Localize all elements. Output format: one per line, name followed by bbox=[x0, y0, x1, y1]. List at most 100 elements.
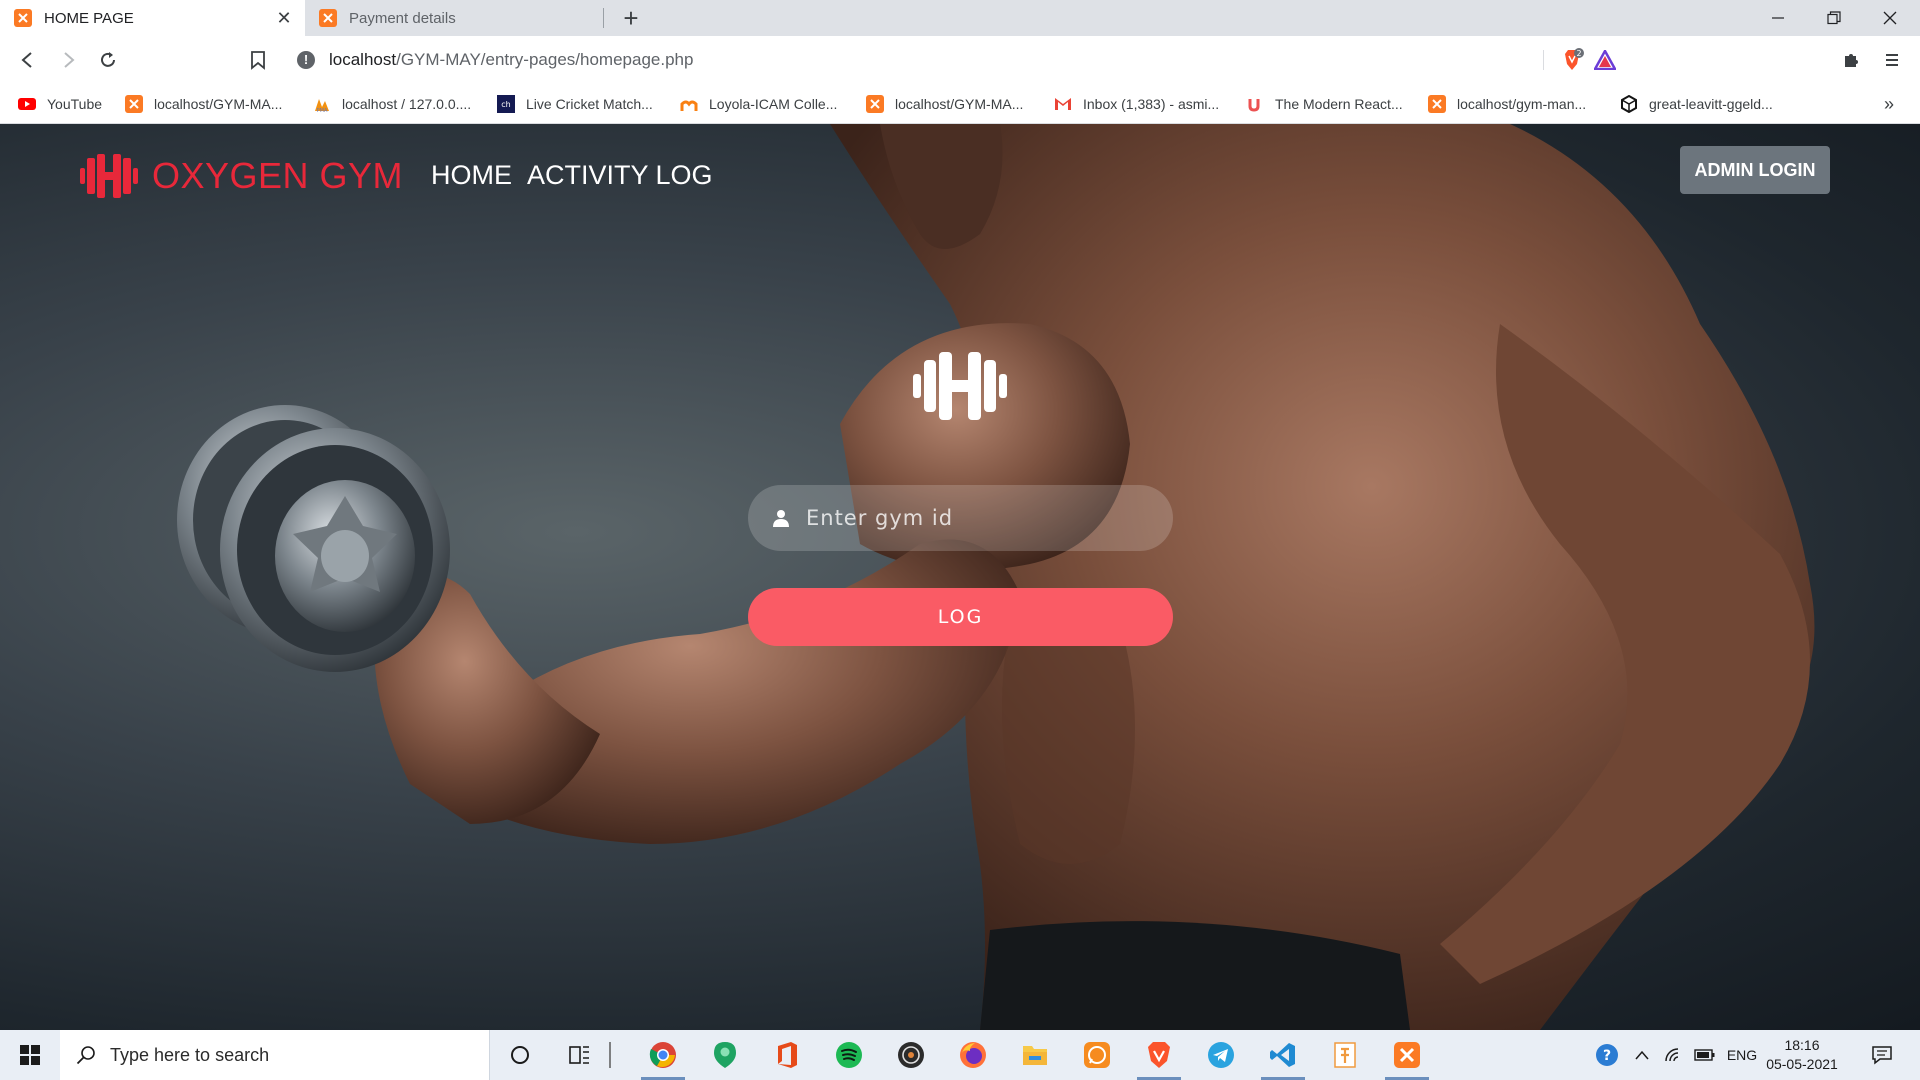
omnibox-divider bbox=[1543, 50, 1544, 70]
udemy-icon bbox=[1248, 99, 1260, 112]
url-path: /GYM-MAY/entry-pages/homepage.php bbox=[396, 50, 694, 69]
log-button[interactable]: LOG bbox=[748, 588, 1173, 646]
clock-date: 05-05-2021 bbox=[1766, 1056, 1838, 1072]
dumbbell-icon bbox=[80, 154, 138, 198]
dumbbell-logo-icon bbox=[913, 352, 1007, 420]
bookmark-localhost-gym[interactable]: localhost/GYM-MA... bbox=[125, 94, 282, 114]
bookmark-label: localhost/GYM-MA... bbox=[154, 96, 283, 112]
brave-shields-icon[interactable]: 2 bbox=[1558, 48, 1584, 77]
new-tab-icon[interactable]: + bbox=[617, 4, 645, 32]
windows-taskbar: Type here to search ? ENG 18:16 05-05-20… bbox=[0, 1030, 1920, 1080]
bookmark-label: The Modern React... bbox=[1275, 96, 1403, 112]
whatsapp-icon[interactable] bbox=[1069, 1030, 1125, 1080]
url-text: localhost/GYM-MAY/entry-pages/homepage.p… bbox=[329, 50, 693, 70]
bookmark-icon[interactable] bbox=[246, 48, 270, 72]
xampp-icon bbox=[14, 9, 32, 27]
bookmark-phpmyadmin[interactable]: PMA localhost / 127.0.0.... bbox=[313, 94, 471, 114]
browser-toolbar: ! localhost/GYM-MAY/entry-pages/homepage… bbox=[0, 36, 1920, 84]
extensions-icon[interactable] bbox=[1839, 48, 1863, 72]
notification-icon[interactable] bbox=[1864, 1030, 1900, 1080]
brave-browser-icon[interactable] bbox=[1131, 1030, 1187, 1080]
menu-icon[interactable] bbox=[1880, 48, 1904, 72]
nav-activity-log-link[interactable]: ACTIVITY LOG bbox=[527, 160, 713, 191]
brand-logo[interactable]: OXYGEN GYM bbox=[80, 154, 403, 198]
maps-icon[interactable] bbox=[697, 1030, 753, 1080]
phpmyadmin-icon: PMA bbox=[315, 99, 329, 113]
bookmark-label: great-leavitt-ggeld... bbox=[1649, 96, 1773, 112]
bookmark-codesandbox[interactable]: great-leavitt-ggeld... bbox=[1620, 94, 1773, 114]
bookmark-udemy[interactable]: The Modern React... bbox=[1246, 94, 1403, 114]
wifi-icon[interactable] bbox=[1660, 1030, 1688, 1080]
battery-icon[interactable] bbox=[1691, 1030, 1719, 1080]
bodybuilder-hero-image bbox=[177, 124, 1815, 1030]
svg-text:ch: ch bbox=[501, 100, 510, 109]
vscode-icon[interactable] bbox=[1255, 1030, 1311, 1080]
bookmark-localhost-gym-man[interactable]: localhost/gym-man... bbox=[1428, 94, 1586, 114]
tab-strip: HOME PAGE ✕ Payment details + bbox=[0, 0, 1920, 36]
bookmark-cricket[interactable]: ch Live Cricket Match... bbox=[497, 94, 653, 114]
taskbar-search-box[interactable]: Type here to search bbox=[60, 1030, 490, 1080]
tab-title: HOME PAGE bbox=[44, 9, 134, 27]
youtube-icon bbox=[18, 98, 36, 110]
brand-name: OXYGEN GYM bbox=[152, 155, 404, 196]
bookmark-localhost-gym-2[interactable]: localhost/GYM-MA... bbox=[866, 94, 1023, 114]
bookmark-label: Loyola-ICAM Colle... bbox=[709, 96, 838, 112]
bookmark-label: localhost / 127.0.0.... bbox=[342, 96, 472, 112]
tab-payment-details[interactable]: Payment details bbox=[305, 0, 605, 36]
restore-icon[interactable] bbox=[1806, 0, 1862, 36]
chrome-icon[interactable] bbox=[635, 1030, 691, 1080]
bookmark-loyola[interactable]: Loyola-ICAM Colle... bbox=[680, 94, 837, 114]
bookmark-youtube[interactable]: YouTube bbox=[18, 94, 102, 114]
firefox-icon[interactable] bbox=[945, 1030, 1001, 1080]
gym-id-field[interactable] bbox=[748, 485, 1173, 551]
groove-music-icon[interactable] bbox=[883, 1030, 939, 1080]
spotify-icon[interactable] bbox=[821, 1030, 877, 1080]
nav-home-link[interactable]: HOME bbox=[431, 160, 512, 191]
bookmark-label: YouTube bbox=[47, 96, 103, 112]
address-bar[interactable]: ! localhost/GYM-MAY/entry-pages/homepage… bbox=[286, 41, 1636, 79]
office-icon[interactable] bbox=[759, 1030, 815, 1080]
bookmark-label: localhost/gym-man... bbox=[1457, 96, 1587, 112]
close-window-icon[interactable] bbox=[1862, 0, 1918, 36]
windows-start-icon[interactable] bbox=[0, 1030, 60, 1080]
shields-count: 2 bbox=[1576, 49, 1581, 58]
page-viewport: OXYGEN GYM HOME ACTIVITY LOG ADMIN LOGIN… bbox=[0, 124, 1920, 1030]
minimize-icon[interactable] bbox=[1750, 0, 1806, 36]
site-info-icon[interactable]: ! bbox=[297, 51, 315, 69]
file-explorer-icon[interactable] bbox=[1007, 1030, 1063, 1080]
sticky-app-icon[interactable] bbox=[1317, 1030, 1373, 1080]
telegram-icon[interactable] bbox=[1193, 1030, 1249, 1080]
tab-home-page[interactable]: HOME PAGE ✕ bbox=[0, 0, 305, 36]
tab-divider bbox=[603, 8, 604, 28]
close-tab-icon[interactable]: ✕ bbox=[275, 8, 293, 29]
xampp-icon bbox=[125, 95, 143, 113]
user-icon bbox=[773, 510, 789, 527]
more-bookmarks-icon[interactable]: » bbox=[1884, 94, 1894, 114]
moodle-icon bbox=[680, 100, 698, 111]
cortana-icon[interactable] bbox=[492, 1030, 548, 1080]
chevron-up-icon[interactable] bbox=[1628, 1030, 1656, 1080]
bookmark-gmail[interactable]: Inbox (1,383) - asmi... bbox=[1054, 94, 1219, 114]
forward-icon[interactable] bbox=[56, 48, 80, 72]
help-icon[interactable]: ? bbox=[1592, 1030, 1622, 1080]
url-host: localhost bbox=[329, 50, 397, 69]
gym-id-input[interactable] bbox=[806, 506, 1126, 530]
dumbbell-graphic bbox=[177, 405, 450, 672]
system-clock[interactable]: 18:16 05-05-2021 bbox=[1762, 1036, 1842, 1074]
language-indicator[interactable]: ENG bbox=[1723, 1030, 1761, 1080]
xampp-icon bbox=[866, 95, 884, 113]
back-icon[interactable] bbox=[16, 48, 40, 72]
tab-title: Payment details bbox=[349, 9, 456, 27]
clock-time: 18:16 bbox=[1784, 1037, 1820, 1053]
reload-icon[interactable] bbox=[96, 48, 120, 72]
cricket-icon: ch bbox=[497, 95, 515, 113]
codesandbox-icon bbox=[1621, 95, 1637, 113]
taskbar-divider bbox=[600, 1030, 620, 1080]
svg-text:PMA: PMA bbox=[317, 108, 328, 113]
search-icon bbox=[76, 1046, 95, 1065]
brave-rewards-icon[interactable] bbox=[1592, 48, 1618, 75]
admin-login-button[interactable]: ADMIN LOGIN bbox=[1680, 146, 1830, 194]
xampp-taskbar-icon[interactable] bbox=[1379, 1030, 1435, 1080]
bookmark-label: Live Cricket Match... bbox=[526, 96, 653, 112]
svg-text:?: ? bbox=[1603, 1048, 1611, 1064]
